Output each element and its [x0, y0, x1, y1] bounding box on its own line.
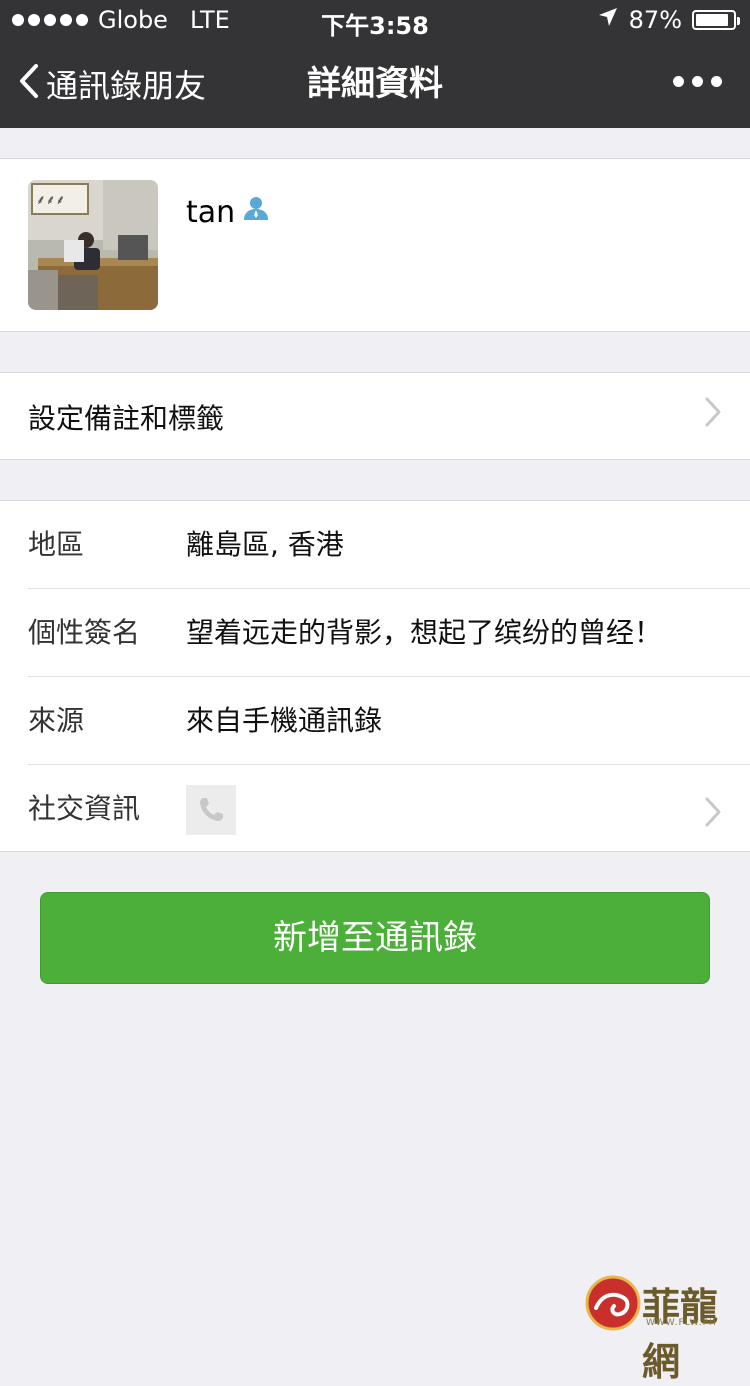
remark-tags-label: 設定備註和標籤 [28, 402, 225, 435]
add-to-contacts-button[interactable]: 新增至通訊錄 [40, 892, 710, 984]
avatar[interactable]: ⸙⸙⸙ [28, 180, 158, 310]
battery-percent: 87% [628, 6, 682, 34]
contact-info-section: 地區 離島區, 香港 個性簽名 望着远走的背影，想起了缤纷的曾经！ 來源 來自手… [0, 500, 750, 852]
status-right: 87% [597, 6, 740, 34]
site-watermark: 菲龍網 WWW.FLW.PH [584, 1274, 750, 1384]
profile-card: ⸙⸙⸙ tan [0, 158, 750, 332]
region-label: 地區 [28, 528, 85, 561]
source-label: 來源 [28, 704, 85, 737]
source-row: 來源 來自手機通訊錄 [0, 677, 750, 764]
contact-name: tan [186, 194, 236, 230]
status-bar: Globe LTE 下午3:58 87% [0, 0, 750, 40]
svg-text:⸙⸙⸙: ⸙⸙⸙ [36, 193, 65, 208]
watermark-text: 菲龍網 [642, 1284, 719, 1384]
navigation-bar: 通訊錄朋友 詳細資料 [0, 40, 750, 128]
source-value: 來自手機通訊錄 [186, 704, 383, 737]
signature-value: 望着远走的背影，想起了缤纷的曾经！ [186, 616, 663, 649]
more-options-icon[interactable] [673, 76, 722, 87]
chevron-right-icon [704, 395, 722, 435]
site-logo-icon [585, 1275, 641, 1331]
remark-tags-row[interactable]: 設定備註和標籤 [0, 372, 750, 460]
signature-row: 個性簽名 望着远走的背影，想起了缤纷的曾经！ [0, 589, 750, 676]
social-info-label: 社交資訊 [28, 792, 141, 825]
location-arrow-icon [597, 6, 619, 34]
page-title: 詳細資料 [307, 64, 443, 104]
region-value: 離島區, 香港 [186, 528, 344, 561]
battery-icon [692, 10, 740, 30]
chevron-right-icon [704, 795, 722, 835]
phone-contact-icon [241, 193, 271, 231]
contact-name-row: tan [186, 193, 271, 231]
watermark-url: WWW.FLW.PH [646, 1318, 717, 1328]
region-row: 地區 離島區, 香港 [0, 501, 750, 588]
social-info-row[interactable]: 社交資訊 [0, 765, 750, 852]
signature-label: 個性簽名 [28, 616, 141, 649]
phone-icon [186, 785, 236, 835]
